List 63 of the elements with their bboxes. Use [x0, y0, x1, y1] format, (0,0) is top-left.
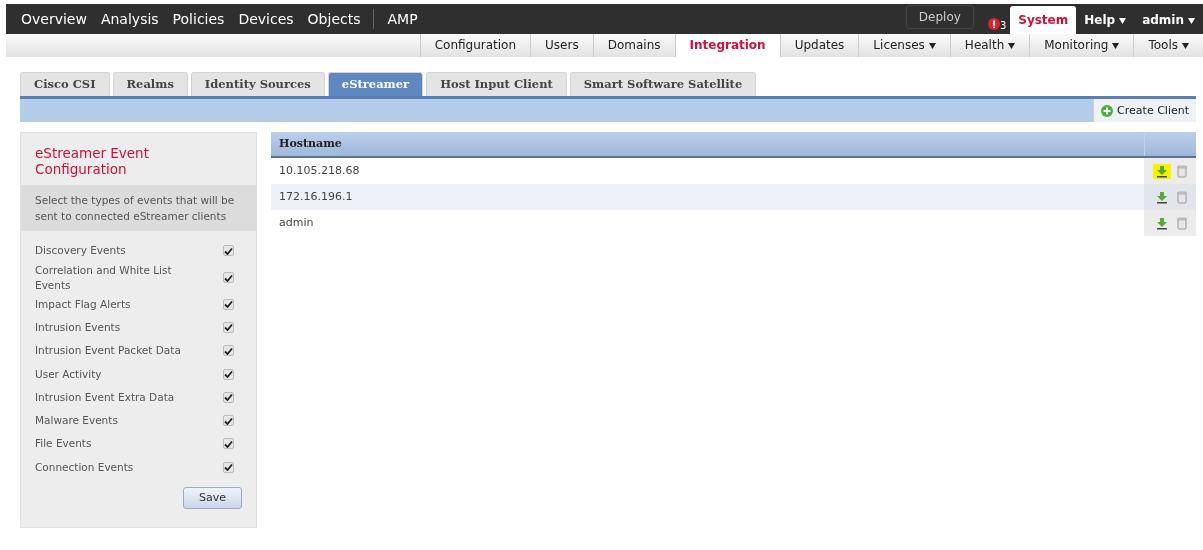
- sub-nav-tab[interactable]: Tools: [1133, 34, 1203, 57]
- nav-link[interactable]: Overview: [14, 4, 94, 34]
- tab[interactable]: Realms: [112, 72, 188, 97]
- menu-tab[interactable]: admin: [1134, 6, 1203, 34]
- tab[interactable]: eStreamer: [327, 72, 424, 97]
- sub-nav-tab[interactable]: Licenses: [858, 34, 950, 57]
- nav-link[interactable]: Policies: [165, 4, 232, 34]
- checkbox[interactable]: [223, 368, 234, 380]
- sub-nav-tab[interactable]: Integration: [674, 34, 780, 57]
- tab[interactable]: Host Input Client: [426, 72, 567, 97]
- table-cell-text: 10.105.218.68: [278, 163, 361, 179]
- checkbox[interactable]: [223, 391, 234, 403]
- checkbox[interactable]: [223, 245, 234, 257]
- sub-nav-tab[interactable]: Configuration: [419, 34, 531, 57]
- caret-icon[interactable]: [1112, 42, 1120, 49]
- create-client-button[interactable]: Create Client: [1093, 99, 1196, 123]
- caret-icon[interactable]: [1188, 17, 1195, 24]
- event-label: Correlation and White List Events: [35, 262, 173, 293]
- save-button[interactable]: Save: [183, 486, 242, 510]
- event-label: Intrusion Event Packet Data: [35, 343, 181, 359]
- event-label: File Events: [35, 436, 92, 452]
- caret-icon[interactable]: [1008, 42, 1016, 49]
- download-icon[interactable]: [1153, 163, 1171, 179]
- nav-link[interactable]: Objects: [300, 4, 368, 34]
- event-label: Discovery Events: [35, 243, 126, 259]
- plus-icon[interactable]: [1101, 104, 1114, 117]
- panel-title: eStreamer Event Configuration: [34, 144, 150, 180]
- event-label: User Activity: [35, 366, 102, 382]
- event-label: Impact Flag Alerts: [35, 296, 131, 312]
- event-label: Connection Events: [35, 459, 134, 475]
- deploy-button[interactable]: Deploy: [905, 5, 974, 29]
- caret-icon[interactable]: [928, 42, 936, 49]
- checkbox[interactable]: [223, 272, 234, 284]
- table-cell-text: admin: [278, 215, 315, 231]
- checkbox[interactable]: [223, 438, 234, 450]
- checkbox[interactable]: [223, 415, 234, 427]
- sub-nav-tab[interactable]: Updates: [779, 34, 859, 57]
- menu-tab[interactable]: System: [1010, 6, 1077, 34]
- nav-link[interactable]: Devices: [231, 4, 301, 34]
- menu-tab[interactable]: Help: [1076, 6, 1135, 34]
- alert-count: 3: [999, 19, 1007, 33]
- tab[interactable]: Identity Sources: [190, 72, 325, 97]
- tab[interactable]: Cisco CSI: [20, 72, 110, 97]
- table-cell-text: 172.16.196.1: [278, 189, 354, 205]
- event-label: Intrusion Event Extra Data: [35, 389, 175, 405]
- event-label: Malware Events: [35, 413, 118, 429]
- checkbox[interactable]: [223, 345, 234, 357]
- caret-icon[interactable]: [1119, 17, 1127, 24]
- checkbox[interactable]: [223, 322, 234, 333]
- sub-nav-tab[interactable]: Domains: [592, 34, 675, 57]
- column-header: Hostname: [278, 136, 343, 153]
- nav-link[interactable]: Analysis: [93, 4, 166, 34]
- sub-nav-tab[interactable]: Health: [949, 34, 1030, 57]
- tab[interactable]: Smart Software Satellite: [569, 72, 757, 97]
- event-label: Intrusion Events: [35, 320, 121, 335]
- sub-nav-tab[interactable]: Monitoring: [1029, 34, 1134, 57]
- alert-icon[interactable]: [987, 18, 1000, 30]
- checkbox[interactable]: [223, 461, 234, 473]
- nav-link[interactable]: AMP: [380, 4, 425, 34]
- checkbox[interactable]: [223, 298, 234, 310]
- panel-description: Select the types of events that will be sent to connected eStreamer clients: [21, 185, 256, 232]
- sub-nav-tab[interactable]: Users: [530, 34, 593, 57]
- caret-icon[interactable]: [1182, 42, 1189, 49]
